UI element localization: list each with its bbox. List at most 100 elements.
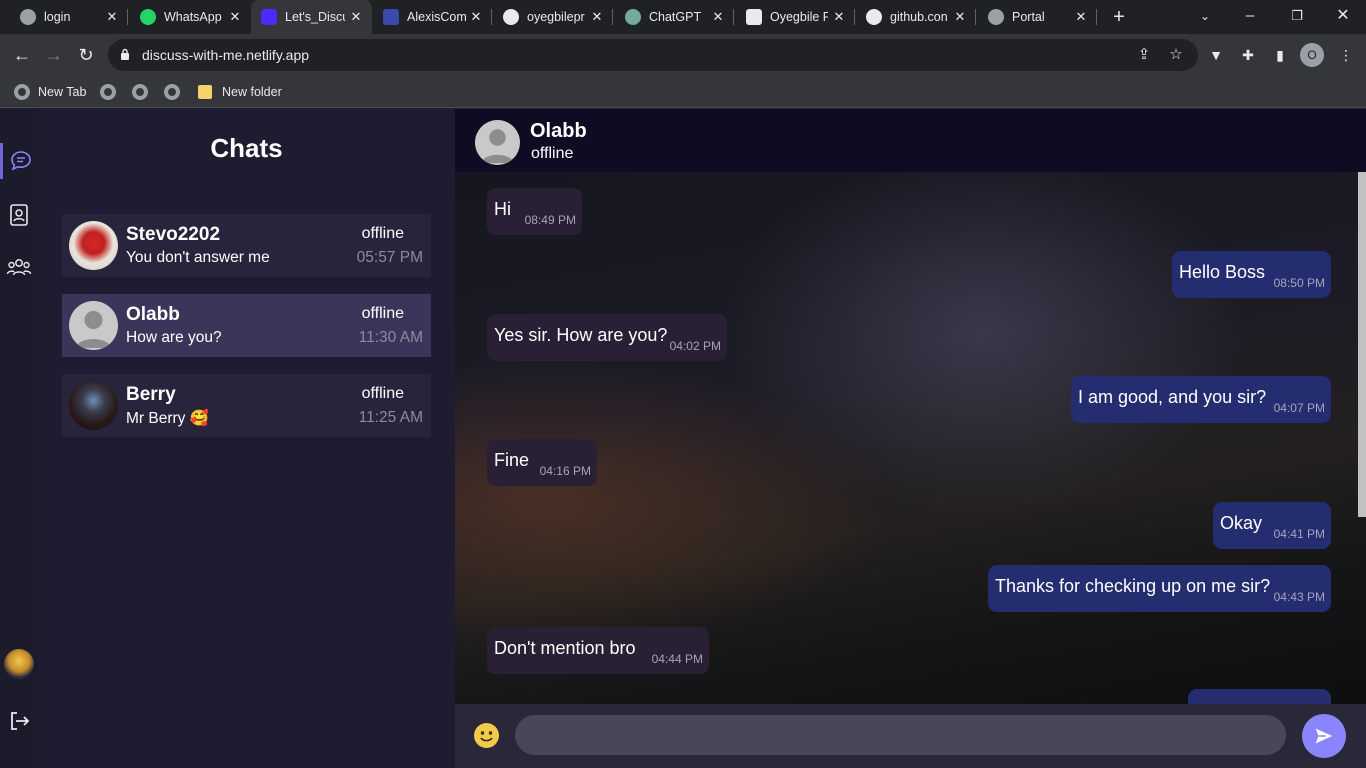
conversation-header: Olabb offline: [455, 109, 1366, 172]
message-bubble-partial: [1188, 689, 1331, 704]
chat-time: 11:25 AM: [358, 409, 423, 426]
close-tab-icon[interactable]: ✕: [589, 9, 605, 25]
chats-heading: Chats: [210, 133, 283, 163]
globe-icon: [132, 84, 148, 100]
bookmark-new-tab[interactable]: New Tab: [14, 82, 86, 102]
chat-item-olabb[interactable]: Olabb How are you? offline 11:30 AM: [62, 294, 431, 357]
bookmark-globe-2[interactable]: [132, 82, 148, 102]
message-time: 04:16 PM: [539, 464, 591, 478]
chat-name: Berry: [126, 384, 176, 405]
chat-item-berry[interactable]: Berry Mr Berry 🥰 offline 11:25 AM: [62, 374, 431, 437]
cart-icon: [383, 9, 399, 25]
close-tab-icon[interactable]: ✕: [468, 9, 484, 25]
tab-login[interactable]: login ✕: [0, 0, 128, 34]
message-time: 04:44 PM: [651, 652, 703, 666]
chat-status: offline: [361, 305, 404, 322]
bookmark-label: New Tab: [38, 85, 87, 99]
send-button[interactable]: [1302, 714, 1346, 758]
close-tab-icon[interactable]: ✕: [104, 9, 120, 25]
chat-item-stevo2202[interactable]: Stevo2202 You don't answer me offline 05…: [62, 214, 431, 277]
menu-kebab-icon[interactable]: ⋮: [1336, 45, 1356, 65]
tab-alexiscom[interactable]: AlexisCom ✕: [372, 0, 492, 34]
url-text: discuss-with-me.netlify.app: [142, 47, 310, 63]
bookmark-star-icon[interactable]: ☆: [1166, 45, 1186, 65]
chat-list-panel: Chats Stevo2202 You don't answer me offl…: [38, 109, 455, 768]
bookmark-globe-1[interactable]: [100, 82, 116, 102]
message-scrollbar[interactable]: [1358, 172, 1366, 517]
tab-chatgpt[interactable]: ChatGPT ✕: [613, 0, 734, 34]
bookmark-new-folder[interactable]: New folder: [198, 82, 282, 102]
close-tab-icon[interactable]: ✕: [710, 9, 726, 25]
user-avatar[interactable]: [4, 649, 34, 679]
side-panel-icon[interactable]: ▮: [1270, 45, 1290, 65]
tab-app-icon: [746, 9, 762, 25]
browser-tab-strip: login ✕ WhatsApp ✕ Let's_Discu ✕ AlexisC…: [0, 0, 1366, 34]
default-user-icon: [481, 129, 514, 164]
message-text: Yes sir. How are you?: [494, 325, 668, 345]
globe-icon: [164, 84, 180, 100]
tab-portal[interactable]: Portal ✕: [976, 0, 1097, 34]
message-input[interactable]: [515, 715, 1286, 755]
chat-app: Chats Stevo2202 You don't answer me offl…: [0, 109, 1366, 768]
avatar: [69, 301, 118, 350]
bookmark-label: New folder: [222, 85, 282, 99]
browser-toolbar: ← → ↻ discuss-with-me.netlify.app ⇪ ☆ ▼ …: [0, 34, 1366, 76]
close-tab-icon[interactable]: ✕: [348, 9, 364, 25]
message-time: 08:50 PM: [1273, 276, 1325, 290]
forward-arrow-icon[interactable]: →: [42, 43, 66, 67]
address-bar[interactable]: discuss-with-me.netlify.app ⇪ ☆: [108, 39, 1198, 71]
contact-avatar[interactable]: [475, 120, 520, 165]
tab-label: login: [44, 10, 71, 24]
new-tab-icon[interactable]: +: [1108, 6, 1130, 28]
tab-whatsapp[interactable]: WhatsApp ✕: [128, 0, 251, 34]
close-tab-icon[interactable]: ✕: [1073, 9, 1089, 25]
logout-button[interactable]: [0, 703, 38, 739]
message-list[interactable]: Hi 08:49 PM Hello Boss 08:50 PM Yes sir.…: [455, 172, 1366, 704]
message-bubble: I am good, and you sir? 04:07 PM: [1071, 376, 1331, 423]
close-tab-icon[interactable]: ✕: [831, 9, 847, 25]
group-people-icon: [6, 259, 32, 276]
extensions-puzzle-icon[interactable]: ✚: [1238, 45, 1258, 65]
logout-icon: [11, 712, 30, 730]
minimize-icon[interactable]: –: [1238, 4, 1262, 28]
close-tab-icon[interactable]: ✕: [227, 9, 243, 25]
message-time: 04:07 PM: [1273, 401, 1325, 415]
tab-oyegbile-f[interactable]: Oyegbile F ✕: [734, 0, 855, 34]
message-composer: [455, 704, 1366, 768]
message-time: 04:02 PM: [669, 339, 721, 353]
tab-label: Portal: [1012, 10, 1045, 24]
share-icon[interactable]: ⇪: [1134, 45, 1154, 65]
tab-github[interactable]: github.con ✕: [855, 0, 976, 34]
avatar: [69, 381, 118, 430]
rail-chats[interactable]: [0, 143, 38, 179]
message-text: Thanks for checking up on me sir?: [995, 576, 1271, 596]
close-window-icon[interactable]: ✕: [1331, 4, 1355, 28]
tab-oyegbilepr[interactable]: oyegbilepr ✕: [492, 0, 613, 34]
chat-status: offline: [361, 225, 404, 242]
vpn-extension-icon[interactable]: ▼: [1206, 45, 1226, 65]
reload-icon[interactable]: ↻: [74, 43, 98, 67]
tab-lets-discuss[interactable]: Let's_Discu ✕: [251, 0, 372, 34]
tab-search-icon[interactable]: ⌄: [1193, 4, 1217, 28]
restore-icon[interactable]: ❐: [1285, 4, 1309, 28]
message-text: Okay: [1220, 513, 1263, 533]
close-tab-icon[interactable]: ✕: [952, 9, 968, 25]
bookmark-globe-3[interactable]: [164, 82, 180, 102]
tab-label: Oyegbile F: [770, 10, 828, 24]
chat-preview: You don't answer me: [126, 249, 270, 266]
message-bubble: Thanks for checking up on me sir? 04:43 …: [988, 565, 1331, 612]
chat-time: 11:30 AM: [358, 329, 423, 346]
globe-icon: [100, 84, 116, 100]
rail-groups[interactable]: [0, 249, 38, 285]
lock-icon: [121, 48, 129, 60]
profile-avatar[interactable]: O: [1300, 43, 1324, 67]
rail-contacts[interactable]: [0, 197, 38, 233]
back-arrow-icon[interactable]: ←: [10, 43, 34, 67]
tab-label: github.con: [890, 10, 948, 24]
chat-preview: How are you?: [126, 329, 222, 346]
emoji-button[interactable]: [474, 723, 499, 748]
message-bubble: Okay 04:41 PM: [1213, 502, 1331, 549]
globe-icon: [20, 9, 36, 25]
bookmarks-bar: New Tab New folder: [0, 76, 1366, 108]
chat-preview: Mr Berry 🥰: [126, 410, 210, 427]
